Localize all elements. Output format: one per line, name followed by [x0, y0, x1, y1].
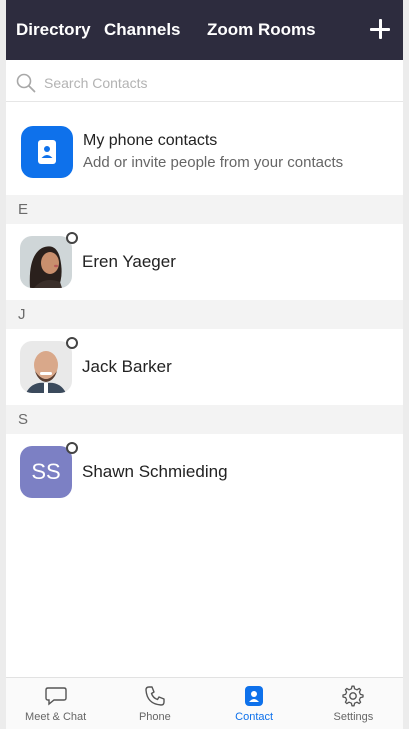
phone-contacts-title: My phone contacts: [83, 132, 218, 149]
contact-name: Eren Yaeger: [82, 252, 176, 271]
top-bar: Directory Channels Zoom Rooms: [6, 0, 403, 60]
avatar: [20, 337, 78, 393]
contact-icon: [245, 686, 264, 706]
nav-meet-chat[interactable]: Meet & Chat: [6, 678, 105, 729]
nav-label: Meet & Chat: [25, 711, 87, 723]
presence-indicator: [66, 442, 78, 454]
nav-contact[interactable]: Contact: [205, 678, 304, 729]
gear-icon: [342, 685, 365, 707]
presence-indicator: [66, 232, 78, 244]
nav-label: Contact: [235, 711, 274, 723]
search-bar: [6, 64, 403, 102]
nav-settings[interactable]: Settings: [304, 678, 403, 729]
section-header-j: J: [6, 300, 403, 329]
contact-row[interactable]: Eren Yaeger: [6, 224, 403, 300]
tab-channels[interactable]: Channels: [104, 0, 207, 60]
contact-name: Shawn Schmieding: [82, 462, 228, 481]
phone-contacts-icon: [21, 126, 73, 178]
chat-bubble-icon: [44, 687, 67, 706]
add-icon[interactable]: [365, 14, 395, 44]
search-input[interactable]: [44, 74, 344, 91]
nav-phone[interactable]: Phone: [105, 678, 204, 729]
avatar: [20, 232, 78, 288]
contact-row[interactable]: Jack Barker: [6, 329, 403, 405]
phone-contacts-text: My phone contacts Add or invite people f…: [83, 130, 343, 174]
nav-label: Settings: [333, 711, 374, 723]
presence-indicator: [66, 337, 78, 349]
contact-name: Jack Barker: [82, 357, 172, 376]
section-header-s: S: [6, 405, 403, 434]
avatar-initials: SS: [20, 446, 72, 498]
bottom-nav: Meet & Chat Phone Contact Settings: [6, 677, 403, 729]
my-phone-contacts-row[interactable]: My phone contacts Add or invite people f…: [6, 110, 403, 194]
app-window: Directory Channels Zoom Rooms My phone c…: [0, 0, 409, 729]
tab-directory[interactable]: Directory: [6, 0, 104, 60]
nav-label: Phone: [138, 711, 171, 723]
search-icon: [16, 73, 36, 92]
tab-zoom-rooms[interactable]: Zoom Rooms: [207, 0, 347, 60]
section-header-e: E: [6, 195, 403, 224]
phone-contacts-subtitle: Add or invite people from your contacts: [83, 154, 344, 171]
avatar: SS: [20, 442, 78, 498]
phone-icon: [145, 686, 165, 706]
contact-row[interactable]: SS Shawn Schmieding: [6, 434, 403, 510]
